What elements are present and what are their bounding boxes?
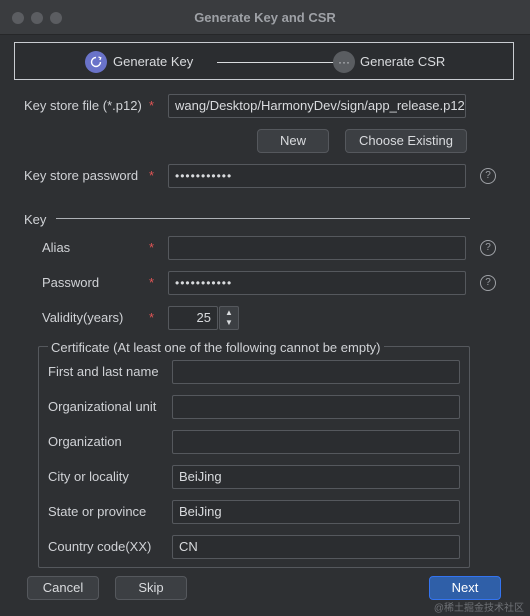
validity-field[interactable]: 25 (168, 306, 218, 330)
organization-field[interactable] (172, 430, 460, 454)
watermark: @稀土掘金技术社区 (433, 603, 524, 614)
key-password-field[interactable]: ••••••••••• (168, 271, 466, 295)
state-field[interactable]: BeiJing (172, 500, 460, 524)
keystore-file-label: Key store file (*.p12) (24, 98, 142, 113)
cancel-button[interactable]: Cancel (27, 576, 99, 600)
keystore-password-field[interactable]: ••••••••••• (168, 164, 466, 188)
required-marker: * (149, 310, 155, 325)
title-bar: Generate Key and CSR (0, 0, 530, 35)
help-icon[interactable]: ? (480, 240, 496, 256)
cert-field-label: City or locality (48, 469, 129, 484)
first-last-name-field[interactable] (172, 360, 460, 384)
key-section-divider (56, 218, 470, 219)
alias-field[interactable] (168, 236, 466, 260)
required-marker: * (149, 275, 155, 290)
choose-existing-button[interactable]: Choose Existing (345, 129, 467, 153)
step-generate-csr: Generate CSR (360, 54, 446, 69)
keystore-password-label: Key store password (24, 168, 139, 183)
skip-button[interactable]: Skip (115, 576, 187, 600)
new-keystore-button[interactable]: New (257, 129, 329, 153)
chevron-up-icon[interactable]: ▲ (220, 308, 238, 318)
validity-label: Validity(years) (42, 310, 124, 325)
required-marker: * (149, 240, 155, 255)
refresh-icon (85, 51, 107, 73)
dialog-window: Generate Key and CSR Generate Key ··· Ge… (0, 0, 530, 616)
key-password-label: Password (42, 275, 100, 290)
city-field[interactable]: BeiJing (172, 465, 460, 489)
certificate-group-title: Certificate (At least one of the followi… (48, 340, 384, 355)
validity-stepper[interactable]: ▲ ▼ (219, 306, 239, 330)
cert-field-label: Country code(XX) (48, 539, 152, 554)
alias-label: Alias (42, 240, 71, 255)
cert-field-label: State or province (48, 504, 147, 519)
key-section-label: Key (24, 212, 47, 227)
keystore-file-field[interactable]: wang/Desktop/HarmonyDev/sign/app_release… (168, 94, 466, 118)
chevron-down-icon[interactable]: ▼ (220, 318, 238, 328)
required-marker: * (149, 168, 155, 183)
ellipsis-icon: ··· (333, 51, 355, 73)
step-indicator: Generate Key ··· Generate CSR (14, 42, 514, 80)
window-title: Generate Key and CSR (194, 10, 336, 25)
help-icon[interactable]: ? (480, 275, 496, 291)
step-connector (217, 62, 337, 63)
country-code-field[interactable]: CN (172, 535, 460, 559)
cert-field-label: Organizational unit (48, 399, 157, 414)
required-marker: * (149, 98, 155, 113)
help-icon[interactable]: ? (480, 168, 496, 184)
next-button[interactable]: Next (429, 576, 501, 600)
cert-field-label: First and last name (48, 364, 159, 379)
step-generate-key: Generate Key (113, 54, 194, 69)
cert-field-label: Organization (48, 434, 122, 449)
organizational-unit-field[interactable] (172, 395, 460, 419)
